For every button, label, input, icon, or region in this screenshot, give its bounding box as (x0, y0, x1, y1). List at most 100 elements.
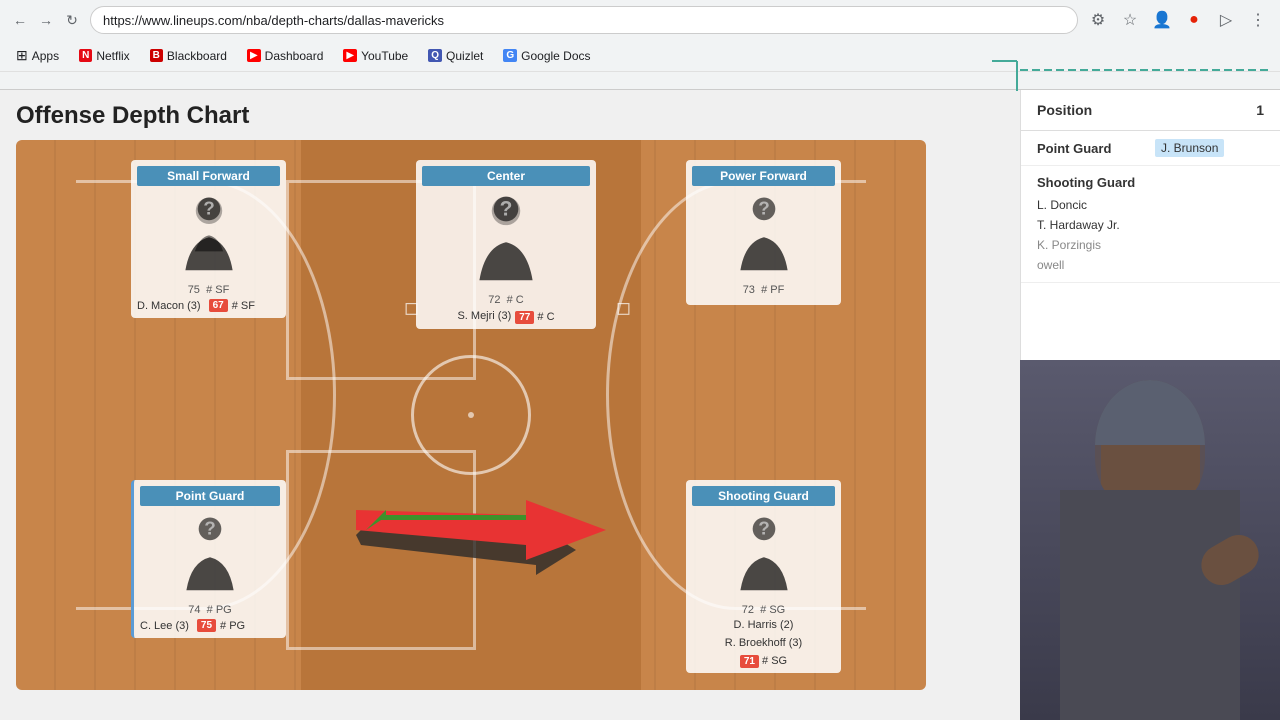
side-panel-header: Position 1 (1021, 90, 1280, 131)
quizlet-icon: Q (428, 49, 442, 62)
pg-player-brunson[interactable]: J. Brunson (1155, 139, 1224, 157)
netflix-label: Netflix (96, 49, 129, 63)
pf-position-header: Power Forward (692, 166, 835, 186)
position-column-label: Position (1037, 102, 1151, 118)
address-bar[interactable]: https://www.lineups.com/nba/depth-charts… (90, 6, 1078, 34)
bookmark-button[interactable]: ☆ (1116, 6, 1144, 34)
pf-silhouette-svg: ? (729, 190, 799, 275)
pg-position-label: Point Guard (1037, 141, 1147, 156)
c-number-pos: 72 # C (422, 294, 590, 306)
cast-button[interactable]: ▷ (1212, 6, 1240, 34)
blackboard-bookmark[interactable]: B Blackboard (142, 47, 235, 65)
more-button[interactable]: ⋮ (1244, 6, 1272, 34)
apps-bookmark[interactable]: ⊞ Apps (8, 45, 67, 66)
c-player-info: S. Mejri (3) 77 # C (422, 309, 590, 323)
pg-silhouette-svg: ? (175, 510, 245, 595)
pf-silhouette: ? (724, 190, 804, 280)
sf-silhouette-svg: ? (174, 190, 244, 275)
extensions-button[interactable]: ⚙ (1084, 6, 1112, 34)
sf-position-header: Small Forward (137, 166, 280, 186)
google-docs-bookmark[interactable]: G Google Docs (495, 47, 598, 65)
quizlet-label: Quizlet (446, 49, 483, 63)
dashed-line-decoration (1010, 60, 1280, 80)
bottom-paint (286, 450, 476, 650)
point-guard-row: Point Guard J. Brunson (1021, 131, 1280, 166)
number-column-label: 1 (1151, 102, 1265, 118)
quizlet-bookmark[interactable]: Q Quizlet (420, 47, 491, 65)
point-guard-card: Point Guard ? 74 # PG C. Lee (3) 75 # PG (131, 480, 286, 638)
c-position-header: Center (422, 166, 590, 186)
sg-position-header: Shooting Guard (692, 486, 835, 506)
pg-silhouette: ? (170, 510, 250, 600)
svg-text:?: ? (204, 519, 216, 540)
menu-button[interactable]: ● (1180, 6, 1208, 34)
netflix-bookmark[interactable]: N Netflix (71, 47, 138, 65)
apps-label: Apps (32, 49, 59, 63)
sg-player-doncic[interactable]: L. Doncic (1037, 196, 1264, 214)
pg-rank-label: # PG (220, 620, 245, 632)
center-card: Center ? 72 # C S. Mejri (3) 77 (416, 160, 596, 329)
sg-position-label: Shooting Guard (1037, 175, 1135, 190)
sg-players-list: L. Doncic T. Hardaway Jr. K. Porzingis o… (1037, 196, 1264, 274)
url-text: https://www.lineups.com/nba/depth-charts… (103, 13, 444, 28)
sf-rank-badge: 67 (209, 299, 228, 312)
person-bg (1020, 360, 1280, 720)
dashboard-label: Dashboard (265, 49, 324, 63)
profile-button[interactable]: 👤 (1148, 6, 1176, 34)
sg-rank-badge: 71 (740, 655, 759, 668)
blackboard-label: Blackboard (167, 49, 227, 63)
sg-number-pos: 72 # SG (692, 604, 835, 616)
sg-player-info: D. Harris (2) R. Broekhoff (3) 71 # SG (692, 619, 835, 667)
sg-player-name2: R. Broekhoff (3) (725, 637, 802, 649)
center-dot (468, 412, 474, 418)
browser-toolbar: ← → ↻ https://www.lineups.com/nba/depth-… (0, 0, 1280, 40)
sf-rank-label: # SF (232, 300, 255, 312)
pg-number-pos: 74 # PG (140, 604, 280, 616)
depth-chart-area: Offense Depth Chart Small Forward (0, 90, 1020, 720)
person-photo-area (1020, 360, 1280, 720)
youtube-icon: ▶ (343, 49, 357, 62)
c-rank-label: # C (537, 311, 554, 323)
apps-icon: ⊞ (16, 47, 28, 64)
person-body (1060, 490, 1240, 720)
youtube-bookmark[interactable]: ▶ YouTube (335, 47, 416, 65)
sg-silhouette-svg: ? (729, 510, 799, 595)
dashboard-bookmark[interactable]: ▶ Dashboard (239, 47, 331, 65)
c-rank-badge: 77 (515, 311, 534, 324)
shooting-guard-row: Shooting Guard L. Doncic T. Hardaway Jr.… (1021, 166, 1280, 283)
netflix-icon: N (79, 49, 92, 62)
shooting-guard-card: Shooting Guard ? 72 # SG D. Harris (2) R… (686, 480, 841, 673)
browser-icons: ⚙ ☆ 👤 ● ▷ ⋮ (1084, 6, 1272, 34)
side-panel: Position 1 Point Guard J. Brunson Shooti… (1020, 90, 1280, 720)
sg-rank-label: # SG (762, 655, 787, 667)
power-forward-card: Power Forward ? 73 # PF (686, 160, 841, 305)
sg-player-porzingis[interactable]: K. Porzingis (1037, 236, 1264, 254)
c-silhouette-svg: ? (466, 190, 546, 285)
sg-player-powell[interactable]: owell (1037, 256, 1264, 274)
blackboard-icon: B (150, 49, 163, 62)
pf-number-pos: 73 # PF (692, 284, 835, 296)
c-player-name: S. Mejri (3) (457, 310, 511, 322)
sf-number-pos: 75 # SF (137, 284, 280, 296)
google-docs-icon: G (503, 49, 517, 62)
c-silhouette: ? (456, 190, 556, 290)
page-content: Offense Depth Chart Small Forward (0, 90, 1280, 720)
page-title: Offense Depth Chart (16, 102, 1004, 130)
svg-text:?: ? (203, 199, 215, 220)
pg-player-name: C. Lee (3) (140, 620, 189, 632)
forward-button[interactable]: → (34, 8, 58, 32)
sg-player-hardaway[interactable]: T. Hardaway Jr. (1037, 216, 1264, 234)
pg-rank-badge: 75 (197, 619, 216, 632)
svg-text:?: ? (758, 519, 770, 540)
pg-position-header: Point Guard (140, 486, 280, 506)
back-button[interactable]: ← (8, 8, 32, 32)
dashboard-icon: ▶ (247, 49, 261, 62)
small-forward-card: Small Forward ? 75 # SF D. Macon (3) 6 (131, 160, 286, 318)
pg-player-info: C. Lee (3) 75 # PG (140, 619, 280, 632)
google-docs-label: Google Docs (521, 49, 590, 63)
court-container: Small Forward ? 75 # SF D. Macon (3) 6 (16, 140, 926, 690)
svg-text:?: ? (758, 199, 770, 220)
svg-text:?: ? (500, 198, 513, 221)
sf-silhouette: ? (169, 190, 249, 280)
refresh-button[interactable]: ↻ (60, 8, 84, 32)
